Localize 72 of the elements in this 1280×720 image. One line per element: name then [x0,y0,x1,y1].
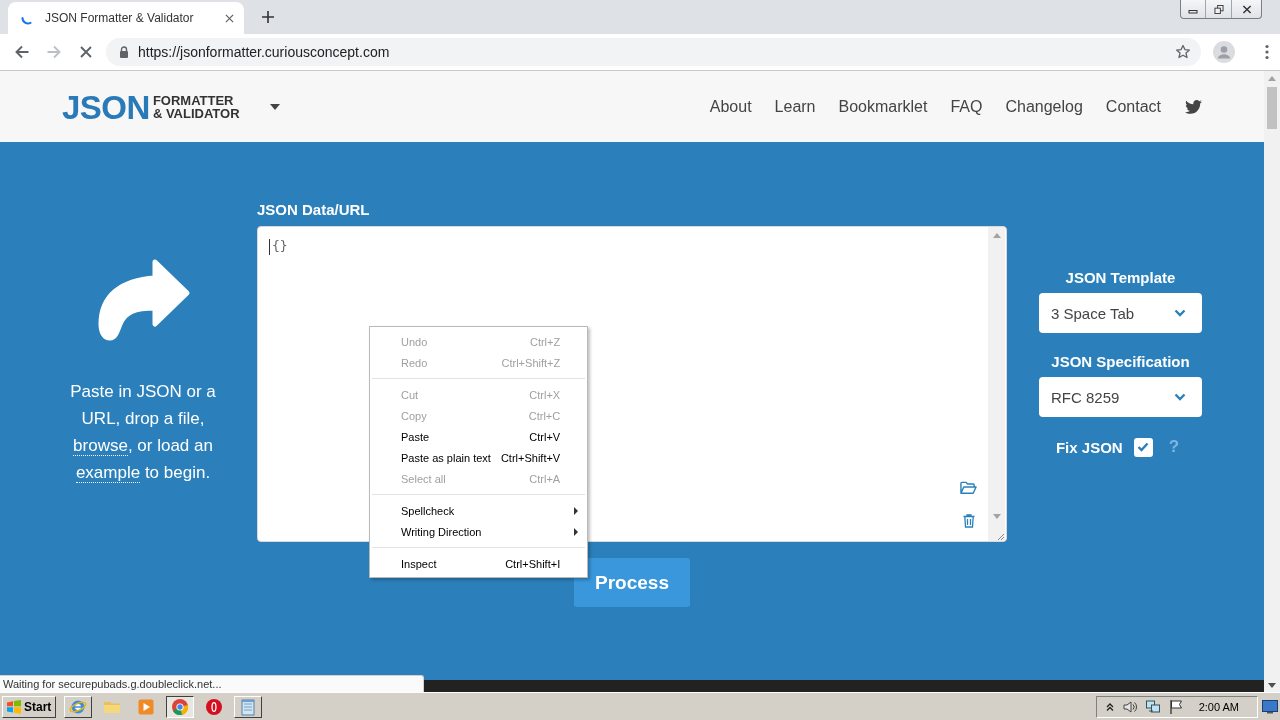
logo-subtitle[interactable]: FORMATTER [152,94,240,107]
menu-icon[interactable] [1265,44,1269,60]
status-bubble: Waiting for securepubads.g.doubleclick.net... [0,675,424,692]
ring-icon [205,697,223,716]
shortcut-hint: Ctrl+C [527,409,561,422]
play-icon [137,697,155,716]
speaker-icon[interactable] [1121,698,1138,715]
template-select[interactable]: 3 Space Tab [1039,293,1202,333]
shortcut-hint: Ctrl+X [528,388,561,401]
nav-link[interactable]: Changelog [1005,97,1083,116]
lock-icon [119,46,129,58]
browser-tab[interactable]: JSON Formatter & Validator [8,2,244,34]
checkbox-label: Fix JSON [1055,438,1123,456]
show-desktop-icon[interactable] [1262,699,1278,714]
nav-link[interactable]: Contact [1105,97,1161,116]
menu-item[interactable]: Paste as plain text Ctrl+Shift+V [370,447,588,468]
star-icon[interactable] [1175,44,1191,60]
shortcut-hint: Ctrl+Shift+V [499,451,561,464]
taskbar-button[interactable] [166,695,194,718]
address-bar[interactable]: https://jsonformatter.curiousconcept.com [106,38,1201,66]
option-label: JSON Specification [1050,353,1191,370]
nav-link[interactable]: Bookmarklet [838,97,928,116]
chevron-down-icon [1174,309,1186,317]
field-label: JSON Data/URL [257,201,371,219]
flag-icon[interactable] [1167,698,1184,715]
menu-item[interactable]: Paste Ctrl+V [370,426,588,447]
scroll-down-icon[interactable] [1268,683,1276,688]
caret-icon[interactable] [269,103,280,110]
submenu-arrow-icon [574,506,579,515]
restore-icon [1213,4,1224,14]
close-icon [1241,4,1252,14]
inline-link[interactable]: browse [73,436,128,456]
new-tab-icon[interactable] [262,11,274,23]
option-label: JSON Template [1064,269,1177,286]
shortcut-hint: Ctrl+Z [528,335,561,348]
logo-title[interactable]: JSON [62,90,150,124]
tick-icon [1137,442,1150,452]
text-cursor-icon [269,239,270,255]
resize-grip-icon[interactable] [995,531,1005,541]
notepad-icon [239,697,257,716]
shortcut-hint: Ctrl+V [528,430,561,443]
inline-link[interactable]: example [75,463,141,483]
shortcut-hint: Ctrl+Shift+Z [500,356,561,369]
browser-icon [171,697,189,716]
specification-select[interactable]: RFC 8259 [1039,377,1202,417]
menu-item[interactable]: Spellcheck [370,500,588,521]
chevron-up-icon[interactable] [1104,701,1115,712]
profile-avatar-icon[interactable] [1213,41,1235,63]
start-button[interactable]: Start [2,695,56,718]
trash-icon[interactable] [963,514,975,528]
start-logo-icon [6,699,22,714]
clock[interactable]: 2:00 AM [1198,700,1239,713]
intro-text: Paste in JSON or a URL, drop a file, browse, or load an example to begin. [69,381,217,485]
shortcut-hint: Ctrl+A [528,472,561,485]
network-icon[interactable] [1144,698,1161,715]
bird-icon[interactable] [1185,99,1202,114]
nav-link[interactable]: Learn [774,97,816,116]
checkbox[interactable] [1133,437,1153,457]
nav-link[interactable]: FAQ [950,97,983,116]
page-scrollbar[interactable] [1264,71,1280,692]
scrollbar-thumb[interactable] [1267,87,1277,129]
cross-icon[interactable] [78,44,94,60]
scrollbar[interactable] [988,227,1005,541]
submenu-arrow-icon [574,527,579,536]
menu-item[interactable]: Writing Direction [370,521,588,542]
shortcut-hint: Ctrl+Shift+I [504,557,561,570]
logo-subtitle[interactable]: & VALIDATOR [152,107,240,120]
folder-icon[interactable] [960,481,977,495]
back-arrow-icon[interactable] [14,44,30,60]
close-icon[interactable] [225,13,234,23]
chevron-down-icon [1174,393,1186,401]
nav-link[interactable]: About [709,97,752,116]
